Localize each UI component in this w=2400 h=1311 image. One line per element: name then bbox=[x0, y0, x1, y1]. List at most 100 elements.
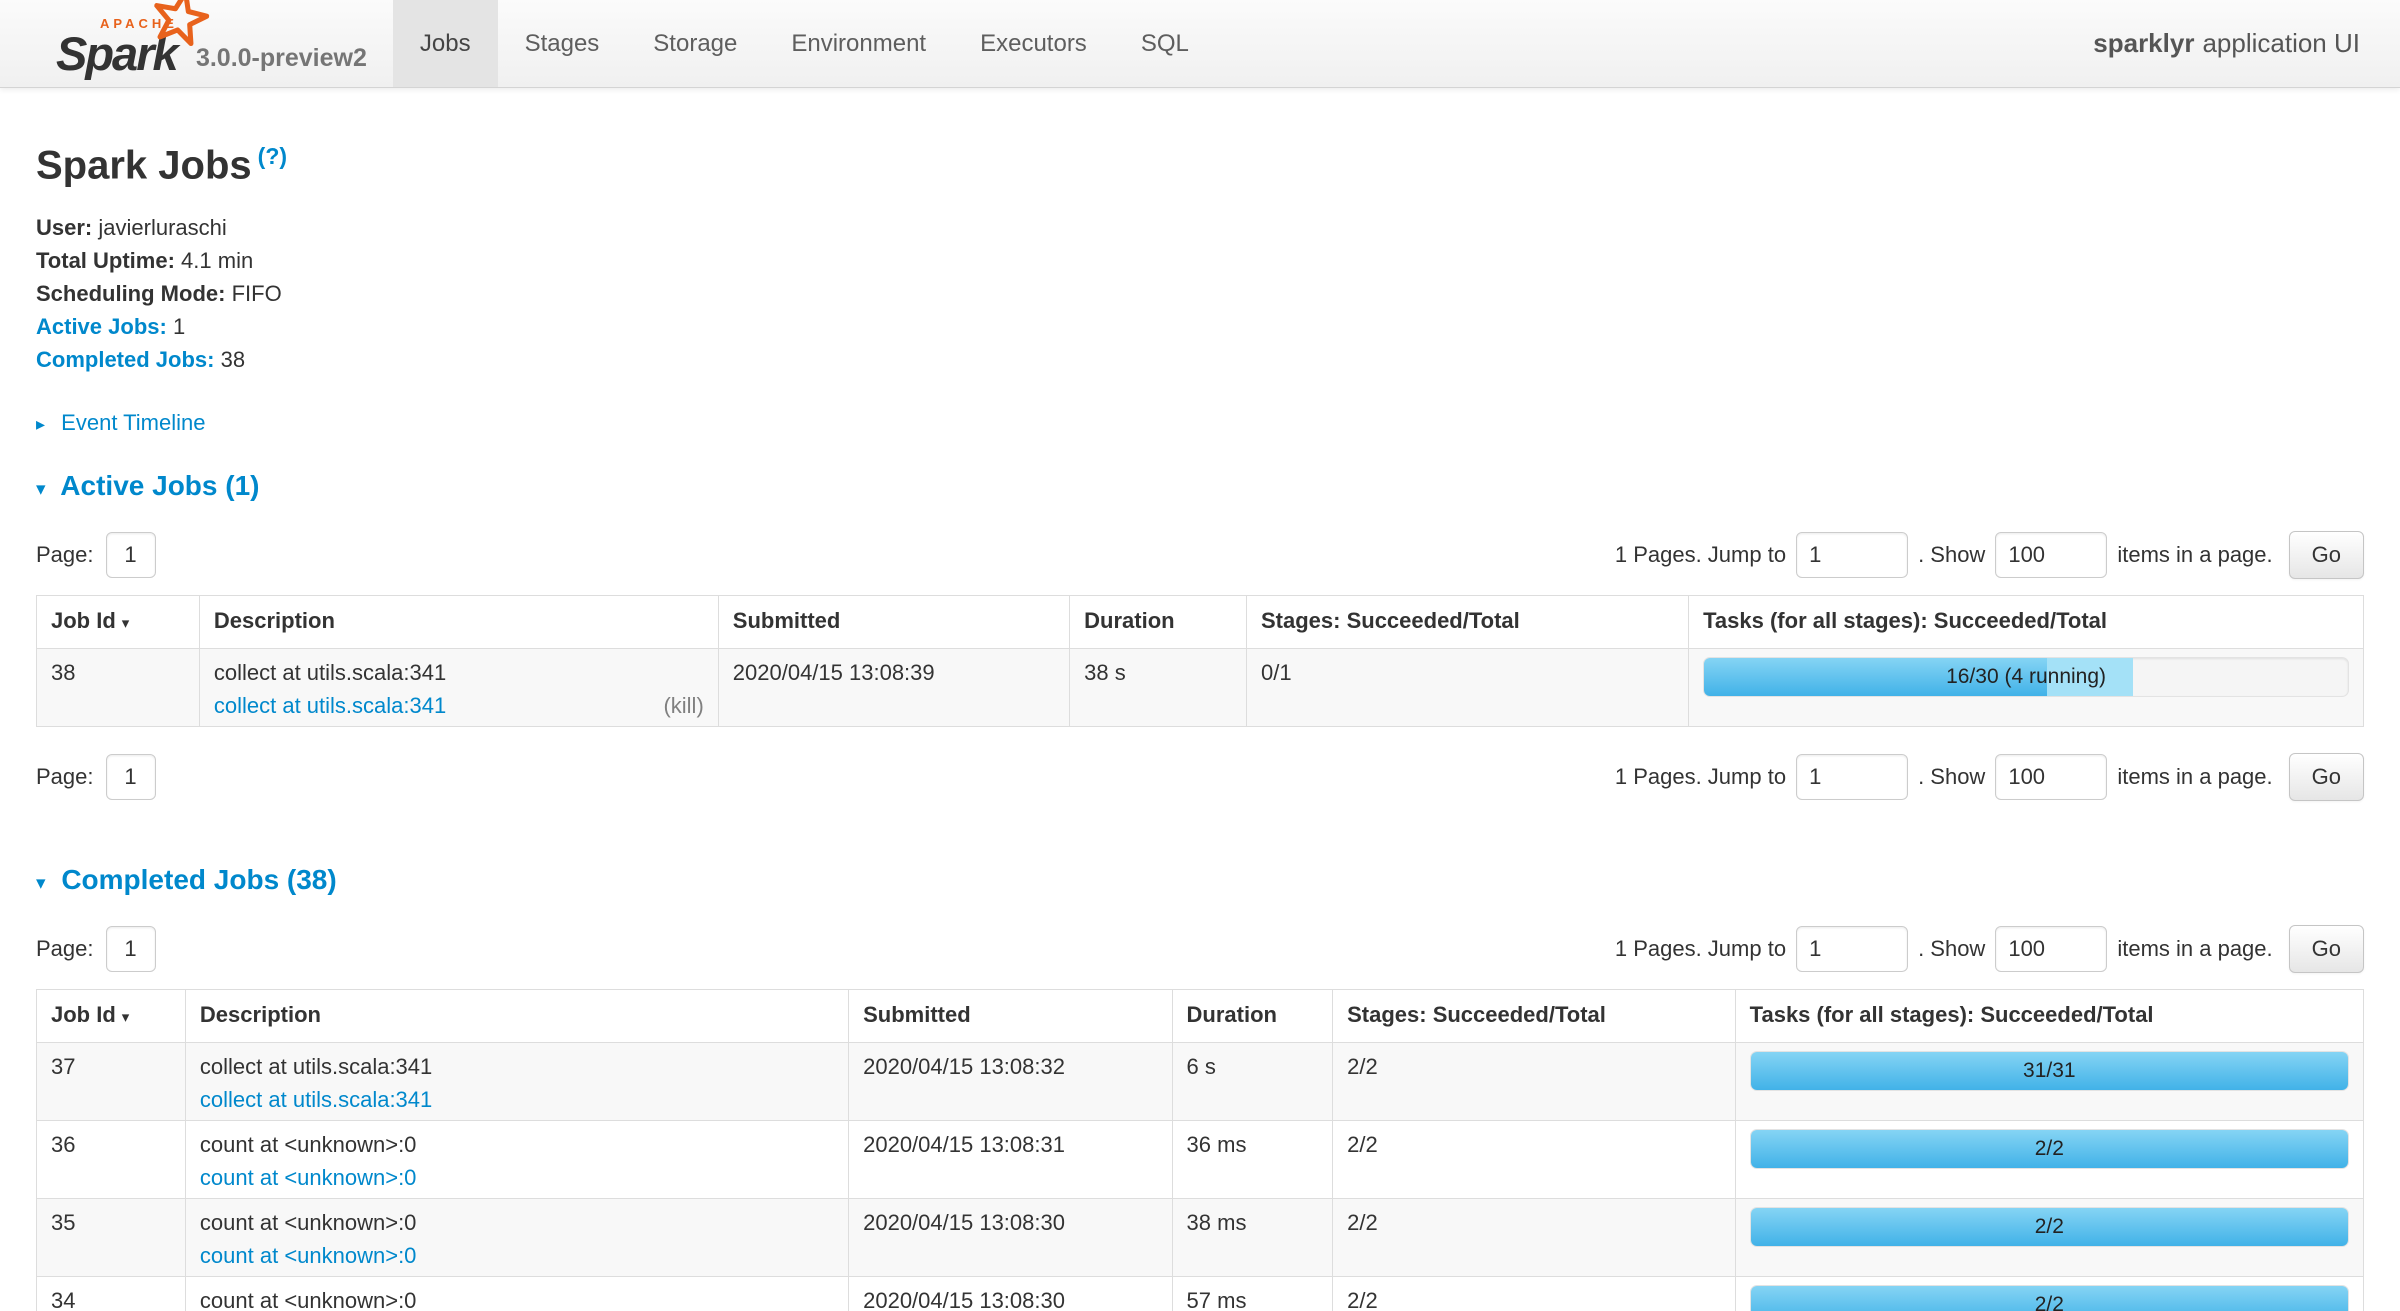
page-jump-controls: 1 Pages. Jump to . Show items in a page.… bbox=[1615, 753, 2364, 801]
header-submitted[interactable]: Submitted bbox=[718, 596, 1069, 649]
page-title-text: Spark Jobs bbox=[36, 143, 252, 187]
event-timeline-link[interactable]: Event Timeline bbox=[61, 410, 205, 435]
submitted-cell: 2020/04/15 13:08:32 bbox=[849, 1043, 1172, 1121]
table-header-row: Job Id▾ Description Submitted Duration S… bbox=[37, 596, 2364, 649]
description-cell: count at <unknown>:0count at <unknown>:0 bbox=[185, 1199, 848, 1277]
pages-jump-text: 1 Pages. Jump to bbox=[1615, 542, 1786, 568]
items-per-page-input[interactable] bbox=[1995, 926, 2107, 972]
pagination-bar: Page: 1 Pages. Jump to . Show items in a… bbox=[36, 925, 2364, 973]
scheduling-value: FIFO bbox=[232, 281, 282, 306]
go-button[interactable]: Go bbox=[2289, 925, 2364, 973]
job-detail-link[interactable]: collect at utils.scala:341 bbox=[214, 691, 446, 720]
header-job-id[interactable]: Job Id▾ bbox=[37, 990, 186, 1043]
submitted-cell: 2020/04/15 13:08:30 bbox=[849, 1199, 1172, 1277]
page-number-input[interactable] bbox=[106, 754, 156, 800]
jump-to-page-input[interactable] bbox=[1796, 532, 1908, 578]
job-summary-list: User: javierluraschi Total Uptime: 4.1 m… bbox=[36, 211, 2364, 376]
tasks-cell: 16/30 (4 running) bbox=[1689, 649, 2364, 727]
table-header-row: Job Id▾ Description Submitted Duration S… bbox=[37, 990, 2364, 1043]
completed-jobs-heading-link[interactable]: Completed Jobs (38) bbox=[61, 864, 336, 895]
header-description[interactable]: Description bbox=[185, 990, 848, 1043]
items-per-page-input[interactable] bbox=[1995, 532, 2107, 578]
description-cell: collect at utils.scala:341collect at uti… bbox=[185, 1043, 848, 1121]
user-label: User: bbox=[36, 215, 92, 240]
completed-jobs-section-heading[interactable]: ▾ Completed Jobs (38) bbox=[36, 865, 2364, 899]
header-tasks[interactable]: Tasks (for all stages): Succeeded/Total bbox=[1689, 596, 2364, 649]
summary-user: User: javierluraschi bbox=[36, 211, 2364, 244]
stages-cell: 2/2 bbox=[1333, 1199, 1736, 1277]
header-duration[interactable]: Duration bbox=[1172, 990, 1333, 1043]
job-detail-link[interactable]: count at <unknown>:0 bbox=[200, 1241, 417, 1270]
header-submitted[interactable]: Submitted bbox=[849, 990, 1172, 1043]
progress-label: 2/2 bbox=[1751, 1286, 2348, 1311]
tab-executors[interactable]: Executors bbox=[953, 0, 1114, 87]
progress-label: 31/31 bbox=[1751, 1052, 2348, 1090]
tab-jobs[interactable]: Jobs bbox=[393, 0, 498, 87]
go-button[interactable]: Go bbox=[2289, 753, 2364, 801]
progress-label: 2/2 bbox=[1751, 1208, 2348, 1246]
expanded-arrow-icon: ▾ bbox=[36, 873, 46, 894]
page-jump-controls: 1 Pages. Jump to . Show items in a page.… bbox=[1615, 531, 2364, 579]
header-description[interactable]: Description bbox=[199, 596, 718, 649]
job-detail-link[interactable]: count at <unknown>:0 bbox=[200, 1163, 417, 1192]
job-detail-row: count at <unknown>:0 bbox=[200, 1241, 834, 1270]
show-text: . Show bbox=[1918, 542, 1985, 568]
items-text: items in a page. bbox=[2117, 936, 2272, 962]
page-number-input[interactable] bbox=[106, 532, 156, 578]
event-timeline-toggle[interactable]: ▸ Event Timeline bbox=[36, 406, 2364, 441]
task-progress-bar: 31/31 bbox=[1750, 1051, 2349, 1091]
tab-stages[interactable]: Stages bbox=[498, 0, 627, 87]
completed-jobs-table: Job Id▾ Description Submitted Duration S… bbox=[36, 989, 2364, 1311]
page-selector: Page: bbox=[36, 926, 164, 972]
help-link[interactable]: (?) bbox=[258, 143, 287, 169]
submitted-cell: 2020/04/15 13:08:31 bbox=[849, 1121, 1172, 1199]
job-id-cell: 35 bbox=[37, 1199, 186, 1277]
header-tasks[interactable]: Tasks (for all stages): Succeeded/Total bbox=[1735, 990, 2363, 1043]
page-label: Page: bbox=[36, 936, 94, 962]
task-progress-bar: 2/2 bbox=[1750, 1207, 2349, 1247]
go-button[interactable]: Go bbox=[2289, 531, 2364, 579]
duration-cell: 6 s bbox=[1172, 1043, 1333, 1121]
job-detail-link[interactable]: collect at utils.scala:341 bbox=[200, 1085, 432, 1114]
jump-to-page-input[interactable] bbox=[1796, 926, 1908, 972]
stages-cell: 0/1 bbox=[1247, 649, 1689, 727]
tab-environment[interactable]: Environment bbox=[764, 0, 953, 87]
active-jobs-link[interactable]: Active Jobs: bbox=[36, 314, 167, 339]
tab-storage[interactable]: Storage bbox=[626, 0, 764, 87]
spark-brand: APACHE Spark 3.0.0-preview2 bbox=[0, 0, 393, 87]
tasks-cell: 2/2 bbox=[1735, 1199, 2363, 1277]
show-text: . Show bbox=[1918, 936, 1985, 962]
stages-cell: 2/2 bbox=[1333, 1277, 1736, 1311]
duration-cell: 36 ms bbox=[1172, 1121, 1333, 1199]
show-text: . Show bbox=[1918, 764, 1985, 790]
pagination-bar: Page: 1 Pages. Jump to . Show items in a… bbox=[36, 531, 2364, 579]
tab-sql[interactable]: SQL bbox=[1114, 0, 1216, 87]
progress-label: 16/30 (4 running) bbox=[1704, 658, 2348, 696]
task-progress-bar: 2/2 bbox=[1750, 1285, 2349, 1311]
table-row: 35count at <unknown>:0count at <unknown>… bbox=[37, 1199, 2364, 1277]
header-stages[interactable]: Stages: Succeeded/Total bbox=[1333, 990, 1736, 1043]
top-navbar: APACHE Spark 3.0.0-preview2 Jobs Stages … bbox=[0, 0, 2400, 88]
job-id-cell: 38 bbox=[37, 649, 200, 727]
completed-jobs-link[interactable]: Completed Jobs: bbox=[36, 347, 214, 372]
active-jobs-section-heading[interactable]: ▾ Active Jobs (1) bbox=[36, 471, 2364, 505]
spark-version: 3.0.0-preview2 bbox=[196, 44, 367, 73]
spark-logo: APACHE Spark bbox=[56, 7, 178, 77]
kill-job-link[interactable]: (kill) bbox=[663, 691, 703, 720]
pages-jump-text: 1 Pages. Jump to bbox=[1615, 936, 1786, 962]
application-name: sparklyr bbox=[2093, 28, 2194, 59]
page-number-input[interactable] bbox=[106, 926, 156, 972]
summary-scheduling-mode: Scheduling Mode: FIFO bbox=[36, 277, 2364, 310]
active-jobs-heading-link[interactable]: Active Jobs (1) bbox=[60, 470, 259, 501]
job-description-text: count at <unknown>:0 bbox=[200, 1130, 834, 1159]
header-job-id[interactable]: Job Id▾ bbox=[37, 596, 200, 649]
items-text: items in a page. bbox=[2117, 542, 2272, 568]
items-per-page-input[interactable] bbox=[1995, 754, 2107, 800]
table-row: 37collect at utils.scala:341collect at u… bbox=[37, 1043, 2364, 1121]
user-value: javierluraschi bbox=[98, 215, 226, 240]
page-title: Spark Jobs(?) bbox=[36, 134, 2364, 187]
page-content: Spark Jobs(?) User: javierluraschi Total… bbox=[0, 134, 2400, 1311]
header-duration[interactable]: Duration bbox=[1070, 596, 1247, 649]
jump-to-page-input[interactable] bbox=[1796, 754, 1908, 800]
header-stages[interactable]: Stages: Succeeded/Total bbox=[1247, 596, 1689, 649]
